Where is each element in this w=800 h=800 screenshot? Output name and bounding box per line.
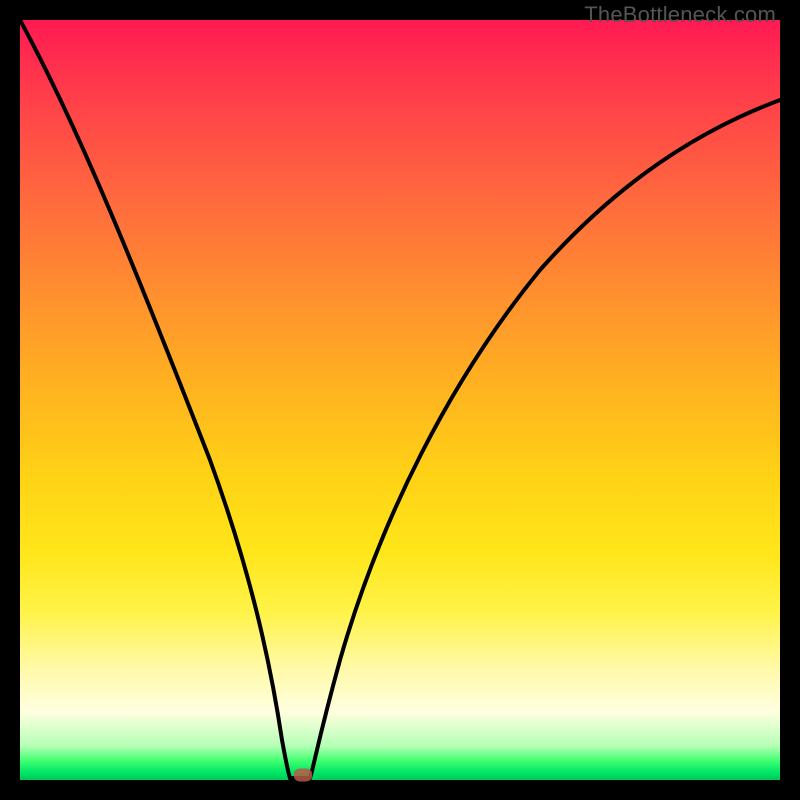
chart-plot-area: [20, 20, 780, 780]
chart-curve-svg: [20, 20, 780, 780]
chart-frame: TheBottleneck.com: [0, 0, 800, 800]
chart-curve-path: [20, 20, 780, 778]
chart-min-marker: [294, 769, 312, 782]
watermark-text: TheBottleneck.com: [584, 2, 776, 28]
